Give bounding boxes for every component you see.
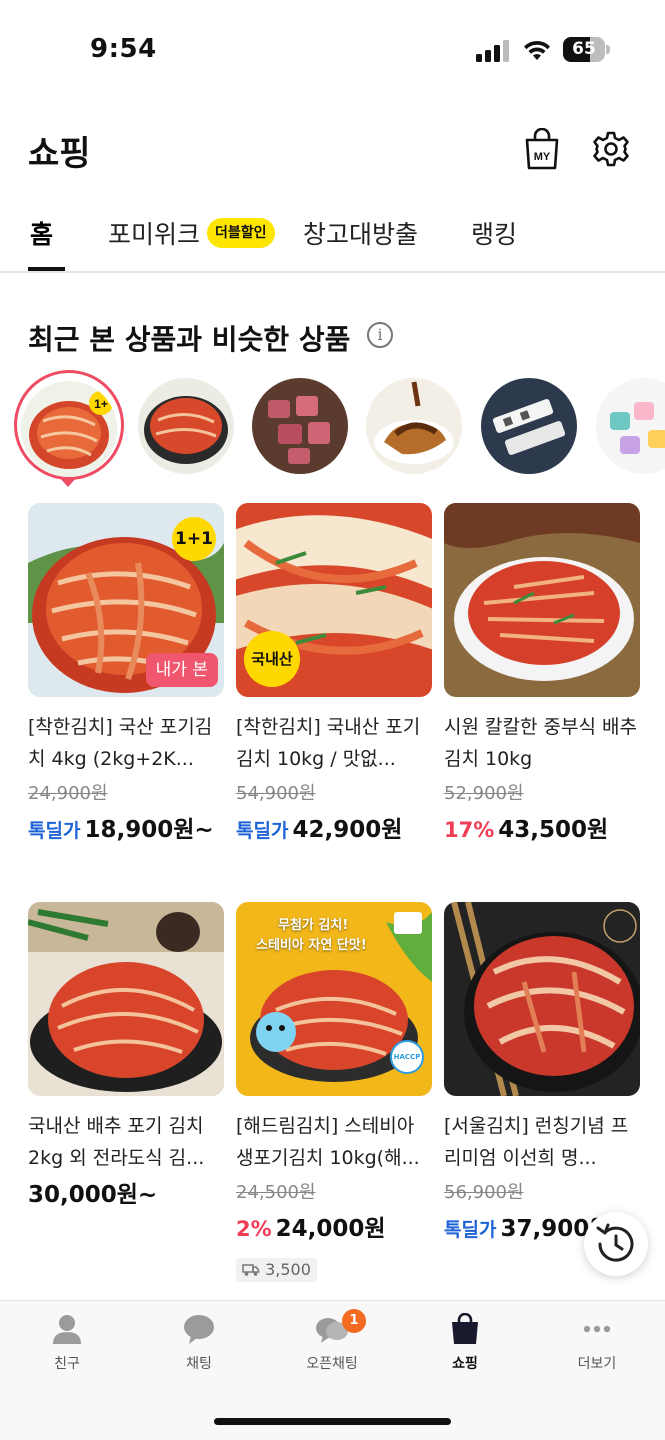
nav-friends[interactable]: 친구 [17,1313,117,1373]
nav-label: 오픈채팅 [306,1356,358,1372]
one-plus-one-badge: 1+1 [172,517,216,561]
product-name[interactable]: [착한김치] 국산 포기김치 4kg (2kg+2K... [28,711,224,775]
product-card[interactable]: 국내산 배추 포기 김치 2kg 외 전라도식 김... 30,000원~ [28,902,224,1214]
product-original-price: 52,900원 [444,783,524,804]
product-price: 18,900원~ [84,817,214,843]
more-dots-icon [583,1325,611,1333]
info-icon[interactable]: i [367,322,393,348]
tab-home[interactable]: 홈 [30,215,53,273]
truck-icon [242,1264,260,1276]
my-shopping-icon[interactable]: MY [523,128,561,170]
product-card[interactable]: 국내산 [착한김치] 국내산 포기김치 10kg / 맛없... 54,900원… [236,503,432,849]
nav-label: 친구 [54,1356,80,1372]
recent-badge-1plus: 1+ [94,397,108,411]
section-title: 최근 본 상품과 비슷한 상품 [28,323,351,356]
talk-deal-label: 톡딜가 [28,820,81,842]
talk-deal-label: 톡딜가 [444,1219,497,1241]
talk-deal-label: 톡딜가 [236,820,289,842]
domestic-badge: 국내산 [244,631,300,687]
product-card[interactable]: [서울김치] 런칭기념 프리미엄 이선희 명... 56,900원 톡딜가 37,… [444,902,640,1248]
nav-open-chat[interactable]: 오픈채팅 1 [282,1309,382,1373]
nav-label: 쇼핑 [452,1356,478,1372]
recent-item-toy-locks[interactable] [596,378,665,474]
double-discount-badge: 더블할인 [207,218,275,248]
unread-count-badge: 1 [342,1309,366,1333]
discount-percent: 2% [236,1217,272,1241]
price-row: 톡딜가 42,900원 [236,811,432,849]
recent-history-button[interactable] [584,1212,648,1276]
status-time: 9:54 [90,34,157,64]
recent-item-kimchi-1plus1[interactable]: 1+ [21,381,117,477]
shopping-bag-icon [452,1313,478,1344]
recent-item-meat-cubes[interactable] [252,378,348,474]
product-card[interactable]: 무첨가 김치! 스테비아 자연 단맛! HACCP [해드림김치] 스테비아 생… [236,902,432,1282]
tab-warehouse-sale[interactable]: 창고대방출 [303,215,418,273]
price-row: 17% 43,500원 [444,811,640,849]
tab-bar: 홈 포미위크 창고대방출 랭킹 [0,205,665,273]
nav-label: 채팅 [186,1356,212,1372]
nav-more[interactable]: 더보기 [547,1313,647,1373]
battery-icon: 65 [563,37,611,62]
product-image[interactable]: 1+1 내가 본 [28,503,224,697]
status-bar: 9:54 65 [0,0,665,100]
person-icon [53,1315,81,1344]
nav-label: 더보기 [577,1356,617,1372]
promo-overlay-line2: 스테비아 자연 단맛! [256,938,367,953]
product-name[interactable]: [서울김치] 런칭기념 프리미엄 이선희 명... [444,1110,640,1174]
page-title: 쇼핑 [28,134,91,174]
tab-formi-week[interactable]: 포미위크 [108,215,200,273]
app-header: 쇼핑 MY [0,110,665,190]
recent-item-kimchi-bowl[interactable] [138,378,234,474]
product-price: 42,900원 [292,817,403,843]
haccp-badge: HACCP [390,1040,424,1074]
product-price: 24,000원 [275,1216,386,1242]
my-label: MY [534,151,551,163]
wifi-icon [524,40,550,60]
price-row: 톡딜가 18,900원~ [28,811,224,849]
product-name[interactable]: 시원 칼칼한 중부식 배추김치 10kg [444,711,640,775]
shipping-fee: 3,500 [265,1260,311,1279]
product-card[interactable]: 1+1 내가 본 [착한김치] 국산 포기김치 4kg (2kg+2K... 2… [28,503,224,849]
product-name[interactable]: [해드림김치] 스테비아 생포기김치 10kg(해... [236,1110,432,1174]
product-price: 43,500원 [498,817,609,843]
history-clock-icon [596,1223,634,1262]
product-original-price: 54,900원 [236,783,316,804]
price-row: 30,000원~ [28,1176,224,1214]
nav-shopping[interactable]: 쇼핑 [415,1313,515,1373]
product-original-price: 56,900원 [444,1182,524,1203]
active-tab-indicator [28,267,65,271]
product-price: 30,000원~ [28,1182,158,1208]
selected-pointer [58,476,78,487]
product-original-price: 24,500원 [236,1182,316,1203]
chat-bubble-icon [184,1315,214,1344]
product-image[interactable] [444,503,640,697]
recent-item-pork-cutlet[interactable] [366,378,462,474]
product-name[interactable]: 국내산 배추 포기 김치 2kg 외 전라도식 김... [28,1110,224,1174]
shipping-fee-chip: 3,500 [236,1258,317,1282]
battery-level-text: 65 [572,39,596,59]
product-name[interactable]: [착한김치] 국내산 포기김치 10kg / 맛없... [236,711,432,775]
product-image[interactable]: 무첨가 김치! 스테비아 자연 단맛! HACCP [236,902,432,1096]
promo-overlay-line1: 무첨가 김치! [278,918,349,933]
nav-chats[interactable]: 채팅 [149,1313,249,1373]
recent-items-strip: 1+ [0,370,665,490]
tab-ranking[interactable]: 랭킹 [471,215,517,273]
product-image[interactable] [444,902,640,1096]
home-indicator[interactable] [214,1418,451,1425]
viewed-badge: 내가 본 [145,653,218,687]
product-image[interactable] [28,902,224,1096]
product-original-price: 24,900원 [28,783,108,804]
product-image[interactable]: 국내산 [236,503,432,697]
product-card[interactable]: 시원 칼칼한 중부식 배추김치 10kg 52,900원 17% 43,500원 [444,503,640,849]
price-row: 2% 24,000원 [236,1210,432,1248]
settings-gear-icon[interactable] [592,130,630,168]
discount-percent: 17% [444,818,495,842]
signal-icon [476,40,509,62]
recent-item-multi-plug[interactable] [481,378,577,474]
